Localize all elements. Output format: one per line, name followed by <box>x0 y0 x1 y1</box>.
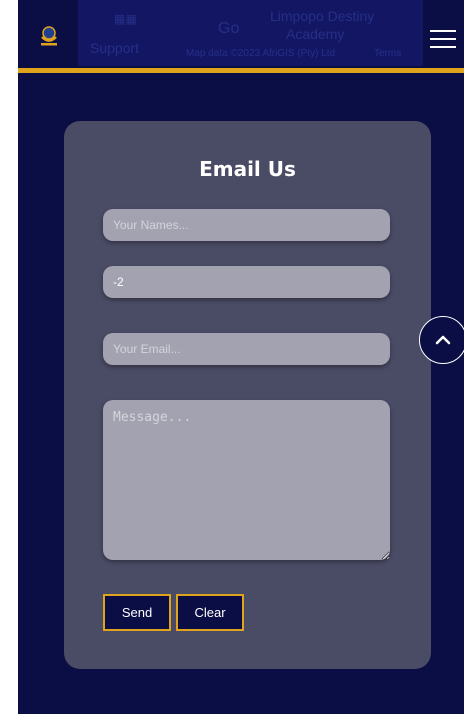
contact-form-card: Email Us Send Clear <box>64 121 431 669</box>
map-go-text: Go <box>218 20 240 37</box>
form-title: Email Us <box>199 157 296 181</box>
academy-logo-icon[interactable] <box>38 24 60 46</box>
header-accent-line <box>18 68 464 73</box>
map-overlay: ▦▦ Support Go Limpopo Destiny Academy Ma… <box>78 0 423 66</box>
site-header: ▦▦ Support Go Limpopo Destiny Academy Ma… <box>18 0 464 73</box>
number-input[interactable] <box>103 266 390 298</box>
map-place-name-line2: Academy <box>286 26 345 42</box>
send-button[interactable]: Send <box>103 594 171 631</box>
page: ▦▦ Support Go Limpopo Destiny Academy Ma… <box>18 0 464 714</box>
map-terms-link[interactable]: Terms <box>374 48 401 59</box>
chevron-up-icon <box>435 335 451 345</box>
map-place-name-line1: Limpopo Destiny <box>270 8 375 24</box>
hamburger-menu-icon[interactable] <box>428 30 458 50</box>
map-icon-text: ▦▦ <box>114 12 137 26</box>
map-attribution: Map data ©2023 AfriGIS (Pty) Ltd <box>186 48 336 59</box>
email-input[interactable] <box>103 333 390 365</box>
names-input[interactable] <box>103 209 390 241</box>
scroll-to-top-button[interactable] <box>419 316 464 364</box>
map-support-text: Support <box>90 40 140 56</box>
message-textarea[interactable] <box>103 400 390 560</box>
clear-button[interactable]: Clear <box>176 594 244 631</box>
